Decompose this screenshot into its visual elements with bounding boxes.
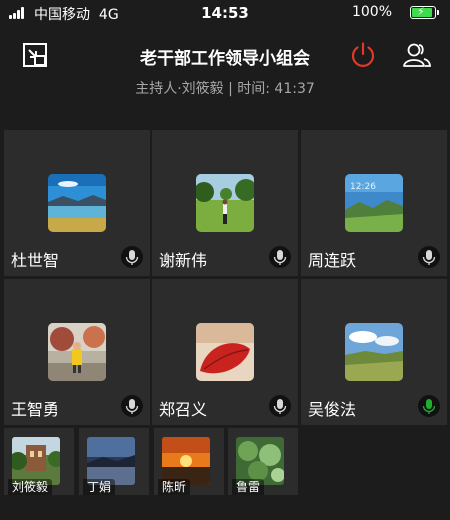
participant-name: 谢新伟 — [159, 251, 208, 270]
meeting-title: 老干部工作领导小组会 — [140, 49, 310, 69]
small-participant-tile[interactable]: 丁娟 — [79, 428, 149, 495]
participant-name: 杜世智 — [11, 251, 60, 270]
participant-name: 刘筱毅 — [8, 479, 53, 495]
participant-tile[interactable]: 王智勇 — [4, 279, 150, 425]
avatar — [87, 437, 135, 485]
avatar — [236, 437, 284, 485]
battery-percent: 100% — [351, 4, 392, 20]
small-participant-tile[interactable]: 陈昕 — [154, 428, 224, 495]
avatar — [12, 437, 60, 485]
avatar — [196, 323, 254, 381]
participant-name: 鲁雷 — [232, 479, 265, 495]
members-icon[interactable] — [402, 41, 432, 69]
participant-name: 丁娟 — [83, 479, 116, 495]
participant-name: 吴俊法 — [308, 400, 357, 419]
avatar — [162, 437, 210, 485]
participant-tile[interactable]: 郑召义 — [152, 279, 298, 425]
small-participant-tile[interactable]: 鲁雷 — [228, 428, 298, 495]
meeting-header: 老干部工作领导小组会 主持人·刘筱毅 | 时间: 41:37 — [0, 30, 450, 120]
participant-name: 王智勇 — [11, 400, 60, 419]
participant-tile[interactable]: 谢新伟 — [152, 130, 298, 276]
status-bar: 中国移动 4G 14:53 100% ⚡ — [0, 0, 450, 26]
microphone-icon[interactable] — [269, 246, 291, 268]
battery-icon: ⚡ — [410, 5, 439, 19]
participant-tile[interactable]: 12:26 周连跃 — [301, 130, 447, 276]
participant-tile[interactable]: 吴俊法 — [301, 279, 447, 425]
microphone-active-icon[interactable] — [418, 395, 440, 417]
microphone-icon[interactable] — [269, 395, 291, 417]
avatar — [196, 174, 254, 232]
avatar — [48, 323, 106, 381]
small-participant-tile[interactable]: 刘筱毅 — [4, 428, 74, 495]
participant-name: 周连跃 — [308, 251, 357, 270]
power-icon[interactable] — [349, 41, 377, 69]
participant-name: 陈昕 — [158, 479, 191, 495]
microphone-icon[interactable] — [121, 246, 143, 268]
participant-name: 郑召义 — [159, 400, 208, 419]
avatar: 12:26 — [345, 174, 403, 232]
svg-text:12:26: 12:26 — [350, 182, 376, 192]
microphone-icon[interactable] — [418, 246, 440, 268]
participant-tile[interactable]: 杜世智 — [4, 130, 150, 276]
microphone-icon[interactable] — [121, 395, 143, 417]
avatar — [48, 174, 106, 232]
avatar — [345, 323, 403, 381]
meeting-subtitle: 主持人·刘筱毅 | 时间: 41:37 — [135, 81, 315, 97]
